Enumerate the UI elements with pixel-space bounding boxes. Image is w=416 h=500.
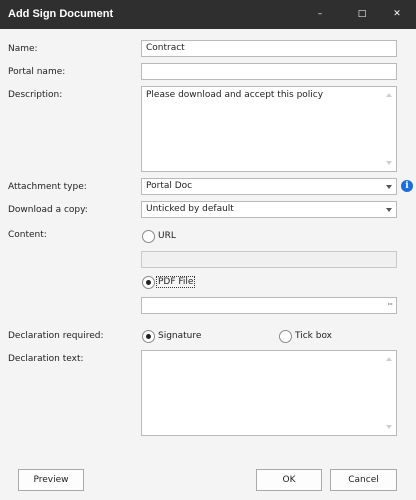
ok-button-label: OK xyxy=(282,475,296,485)
download-copy-select[interactable]: Unticked by default xyxy=(141,201,397,218)
download-copy-label: Download a copy: xyxy=(8,205,88,215)
attachment-type-select[interactable]: Portal Doc xyxy=(141,178,397,195)
content-url-radio[interactable]: URL xyxy=(142,229,177,243)
download-copy-value: Unticked by default xyxy=(146,204,234,214)
scroll-up-icon[interactable] xyxy=(386,93,392,97)
declaration-required-label: Declaration required: xyxy=(8,331,104,341)
minimize-icon[interactable]: – xyxy=(308,3,332,25)
description-textarea[interactable]: Please download and accept this policy xyxy=(141,86,397,172)
radio-tickbox[interactable] xyxy=(279,329,292,343)
browse-button[interactable]: ··· xyxy=(387,299,393,310)
ok-button[interactable]: OK xyxy=(256,469,322,491)
scroll-up-icon[interactable] xyxy=(386,357,392,361)
chevron-down-icon[interactable] xyxy=(386,208,392,212)
declaration-signature-option[interactable]: Signature xyxy=(157,331,202,341)
declaration-text-textarea[interactable] xyxy=(141,350,397,436)
portal-name-label: Portal name: xyxy=(8,67,66,77)
portal-name-input[interactable] xyxy=(141,63,397,80)
content-url-option[interactable]: URL xyxy=(157,231,177,241)
content-pdf-option[interactable]: PDF File xyxy=(155,276,196,288)
radio-url[interactable] xyxy=(142,229,155,243)
radio-signature[interactable] xyxy=(142,329,155,343)
cancel-button-label: Cancel xyxy=(348,475,379,485)
chevron-down-icon[interactable] xyxy=(386,185,392,189)
content-pdf-input[interactable]: ··· xyxy=(141,297,397,314)
content-label: Content: xyxy=(8,230,47,240)
content-pdf-radio[interactable]: PDF File xyxy=(142,275,196,289)
declaration-text-label: Declaration text: xyxy=(8,354,84,364)
info-icon[interactable]: i xyxy=(401,180,413,192)
description-label: Description: xyxy=(8,90,63,100)
title-bar: Add Sign Document – □ ✕ xyxy=(0,0,416,29)
name-label: Name: xyxy=(8,44,38,54)
cancel-button[interactable]: Cancel xyxy=(330,469,397,491)
scroll-down-icon[interactable] xyxy=(386,425,392,429)
name-input[interactable]: Contract xyxy=(141,40,397,57)
preview-button-label: Preview xyxy=(33,475,69,485)
window-title: Add Sign Document xyxy=(8,8,114,20)
close-icon[interactable]: ✕ xyxy=(385,3,409,25)
declaration-tickbox-option[interactable]: Tick box xyxy=(294,331,333,341)
declaration-signature-radio[interactable]: Signature xyxy=(142,329,202,343)
description-value: Please download and accept this policy xyxy=(146,90,324,100)
declaration-tickbox-radio[interactable]: Tick box xyxy=(279,329,333,343)
scroll-down-icon[interactable] xyxy=(386,161,392,165)
radio-pdf[interactable] xyxy=(142,275,155,289)
name-value: Contract xyxy=(146,43,185,53)
attachment-type-value: Portal Doc xyxy=(146,181,193,191)
attachment-type-label: Attachment type: xyxy=(8,182,87,192)
maximize-icon[interactable]: □ xyxy=(350,3,374,25)
preview-button[interactable]: Preview xyxy=(18,469,84,491)
content-url-input[interactable] xyxy=(141,251,397,268)
